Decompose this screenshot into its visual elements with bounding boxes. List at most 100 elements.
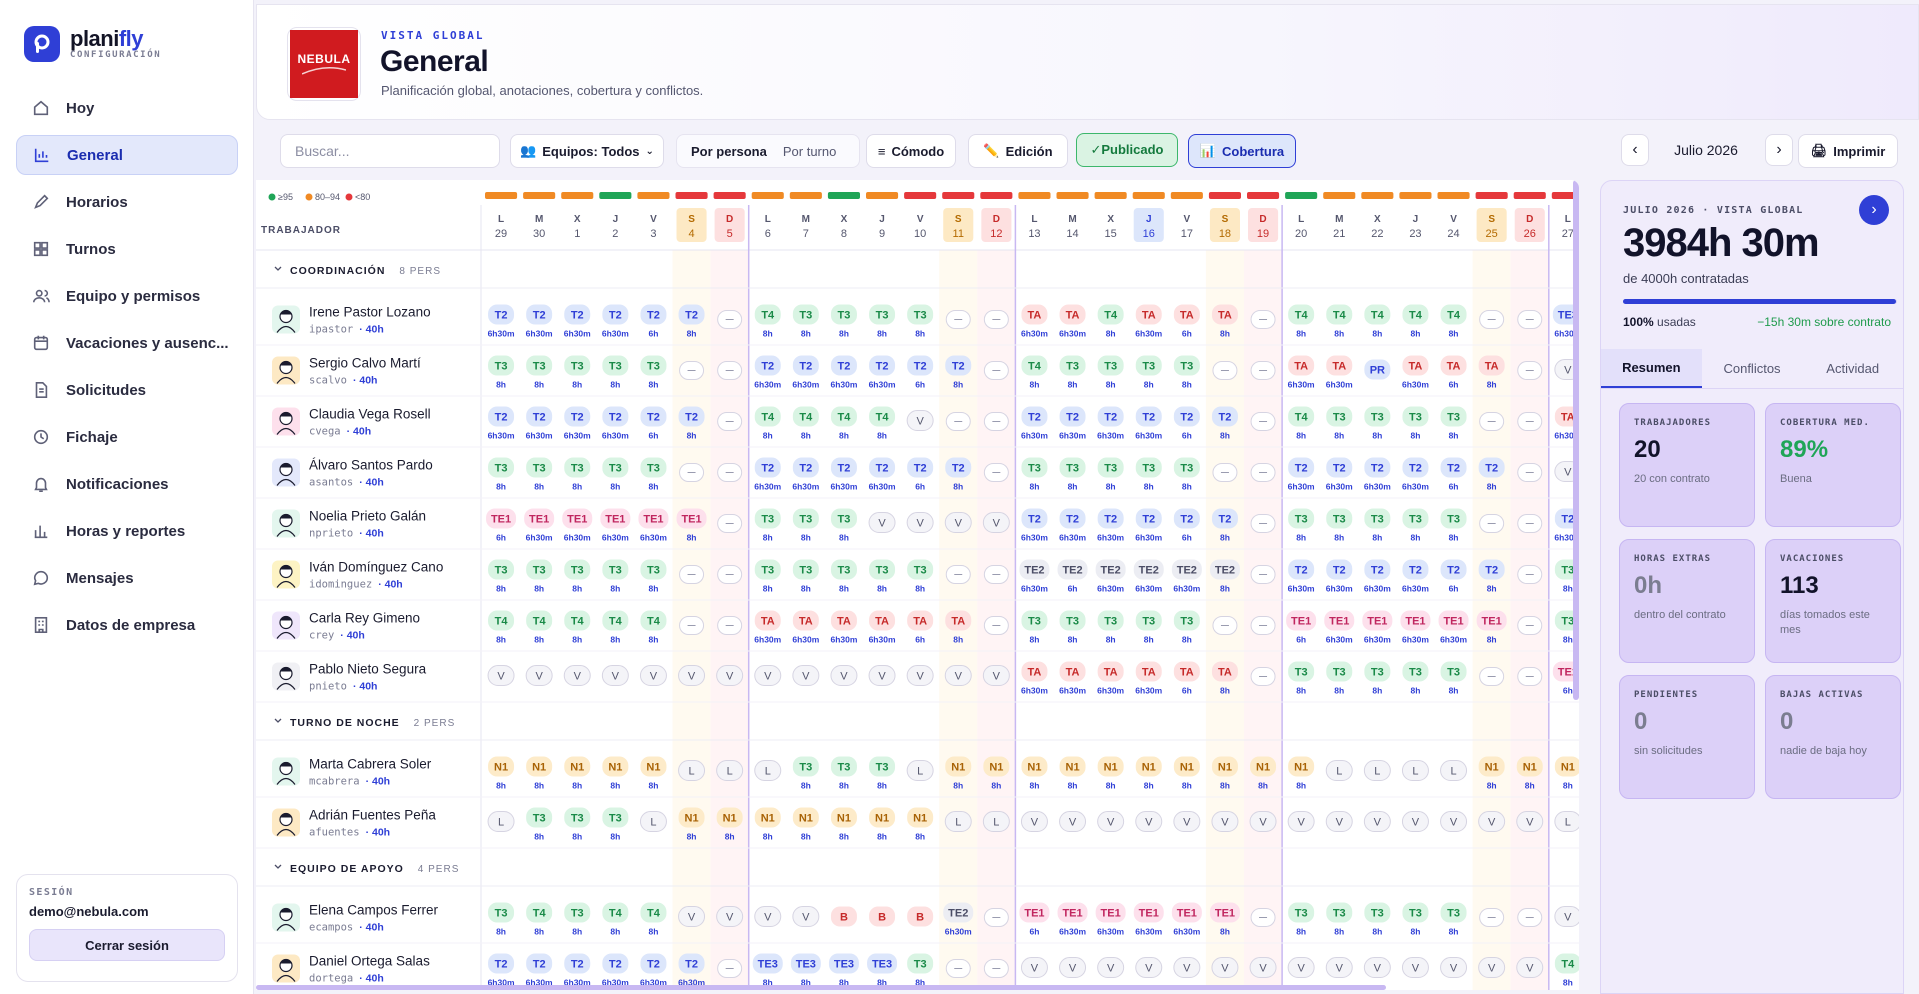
avatar[interactable] <box>272 458 300 487</box>
sidebar-item-vacaciones-y-ausenc[interactable]: Vacaciones y ausenc... <box>16 323 238 363</box>
avatar[interactable] <box>272 954 300 983</box>
search-input[interactable] <box>280 134 500 168</box>
coverage-bar[interactable] <box>1513 192 1546 199</box>
avatar[interactable] <box>272 611 300 640</box>
sidebar-item-fichaje[interactable]: Fichaje <box>16 417 238 457</box>
worker-name[interactable]: Elena Campos Ferrer <box>309 903 439 918</box>
kpi-card-trabajadores[interactable]: TRABAJADORES 20 20 con contrato <box>1619 403 1755 527</box>
coverage-bar[interactable] <box>866 192 899 199</box>
logo[interactable]: planifly CONFIGURACIÓN <box>24 26 161 62</box>
print-button[interactable]: 🖨 Imprimir <box>1798 134 1898 168</box>
avatar[interactable] <box>272 560 300 589</box>
shift-hours: 8h <box>915 329 925 339</box>
worker-name[interactable]: Noelia Prieto Galán <box>309 509 426 524</box>
coverage-bar[interactable] <box>1475 192 1508 199</box>
coverage-bar[interactable] <box>1170 192 1203 199</box>
usage-text: 100% usadas <box>1623 315 1696 329</box>
kpi-card-horas-extras[interactable]: HORAS EXTRAS 0h dentro del contrato <box>1619 539 1755 663</box>
shift-hours: 8h <box>801 533 811 543</box>
coverage-bar[interactable] <box>485 192 518 199</box>
worker-name[interactable]: Álvaro Santos Pardo <box>309 458 433 473</box>
next-month-button[interactable]: › <box>1765 134 1793 166</box>
worker-name[interactable]: Sergio Calvo Martí <box>309 356 421 371</box>
coverage-bar[interactable] <box>713 192 746 199</box>
avatar[interactable] <box>272 808 300 837</box>
worker-name[interactable]: Adrián Fuentes Peña <box>309 808 436 823</box>
kpi-card-pendientes[interactable]: PENDIENTES 0 sin solicitudes <box>1619 675 1755 799</box>
sidebar-item-mensajes[interactable]: Mensajes <box>16 558 238 598</box>
density-button[interactable]: ≡ Cómodo <box>866 134 956 168</box>
edit-mode-button[interactable]: ✏️ Edición <box>968 134 1068 168</box>
sidebar-item-hoy[interactable]: Hoy <box>16 88 238 128</box>
worker-name[interactable]: Claudia Vega Rosell <box>309 407 431 422</box>
sidebar-item-horas-y-reportes[interactable]: Horas y reportes <box>16 511 238 551</box>
sidebar-item-datos-de-empresa[interactable]: Datos de empresa <box>16 605 238 645</box>
coverage-bar[interactable] <box>942 192 975 199</box>
avatar[interactable] <box>272 757 300 786</box>
coverage-bar[interactable] <box>1323 192 1356 199</box>
sidebar-item-horarios[interactable]: Horarios <box>16 182 238 222</box>
worker-name[interactable]: Marta Cabrera Soler <box>309 757 432 772</box>
coverage-bar[interactable] <box>637 192 670 199</box>
worker-name[interactable]: Irene Pastor Lozano <box>309 305 431 320</box>
prev-month-button[interactable]: ‹ <box>1621 134 1649 166</box>
coverage-bar[interactable] <box>789 192 822 199</box>
collapse-chevron-icon[interactable] <box>274 266 282 271</box>
worker-name[interactable]: Iván Domínguez Cano <box>309 560 443 575</box>
shift-code: T3 <box>1333 667 1346 679</box>
avatar[interactable] <box>272 356 300 385</box>
tab-conflictos[interactable]: Conflictos <box>1702 349 1803 388</box>
sidebar-item-equipo-y-permisos[interactable]: Equipo y permisos <box>16 276 238 316</box>
avatar[interactable] <box>272 407 300 436</box>
coverage-bar[interactable] <box>523 192 556 199</box>
worker-name[interactable]: Carla Rey Gimeno <box>309 611 420 626</box>
collapse-chevron-icon[interactable] <box>274 718 282 723</box>
worker-name[interactable]: Daniel Ortega Salas <box>309 954 430 969</box>
sidebar-item-general[interactable]: General <box>16 135 238 175</box>
coverage-bar[interactable] <box>599 192 632 199</box>
coverage-bar[interactable] <box>1361 192 1394 199</box>
kpi-card-cobertura-med[interactable]: COBERTURA MED. 89% Buena <box>1765 403 1901 527</box>
worker-name[interactable]: Pablo Nieto Segura <box>309 662 427 677</box>
coverage-bar[interactable] <box>980 192 1013 199</box>
teams-filter[interactable]: 👥 Equipos: Todos ⌄ <box>510 134 664 168</box>
coverage-bar[interactable] <box>751 192 784 199</box>
shift-hours: 8h <box>839 533 849 543</box>
coverage-bar[interactable] <box>675 192 708 199</box>
view-by-shift[interactable]: Por turno <box>777 138 842 164</box>
published-badge[interactable]: ✓Publicado <box>1076 133 1178 167</box>
coverage-bar[interactable] <box>1247 192 1280 199</box>
coverage-bar[interactable] <box>561 192 594 199</box>
coverage-button[interactable]: 📊 Cobertura <box>1188 134 1296 168</box>
tab-resumen[interactable]: Resumen <box>1601 349 1702 388</box>
panel-next-button[interactable]: › <box>1859 195 1889 225</box>
shift-hours: 8h <box>1449 927 1459 937</box>
shift-code: TE2 <box>1215 565 1235 577</box>
coverage-bar[interactable] <box>827 192 860 199</box>
avatar[interactable] <box>272 305 300 334</box>
coverage-bar[interactable] <box>1285 192 1318 199</box>
kpi-card-vacaciones[interactable]: VACACIONES 113 días tomados este mes <box>1765 539 1901 663</box>
coverage-bar[interactable] <box>1208 192 1241 199</box>
coverage-bar[interactable] <box>1018 192 1051 199</box>
coverage-bar[interactable] <box>1399 192 1432 199</box>
collapse-chevron-icon[interactable] <box>274 864 282 869</box>
coverage-bar[interactable] <box>1437 192 1470 199</box>
coverage-bar[interactable] <box>904 192 937 199</box>
sidebar-item-turnos[interactable]: Turnos <box>16 229 238 269</box>
coverage-bar[interactable] <box>1056 192 1089 199</box>
horizontal-scrollbar[interactable] <box>256 985 1386 990</box>
sidebar-item-solicitudes[interactable]: Solicitudes <box>16 370 238 410</box>
coverage-bar[interactable] <box>1132 192 1165 199</box>
avatar[interactable] <box>272 509 300 538</box>
shift-code: L <box>1450 766 1456 778</box>
avatar[interactable] <box>272 662 300 691</box>
vertical-scrollbar[interactable] <box>1573 180 1579 700</box>
tab-actividad[interactable]: Actividad <box>1802 349 1903 388</box>
avatar[interactable] <box>272 903 300 932</box>
kpi-card-bajas-activas[interactable]: BAJAS ACTIVAS 0 nadie de baja hoy <box>1765 675 1901 799</box>
coverage-bar[interactable] <box>1094 192 1127 199</box>
sidebar-item-notificaciones[interactable]: Notificaciones <box>16 464 238 504</box>
logout-button[interactable]: Cerrar sesión <box>29 929 225 961</box>
view-by-person[interactable]: Por persona <box>685 138 773 164</box>
